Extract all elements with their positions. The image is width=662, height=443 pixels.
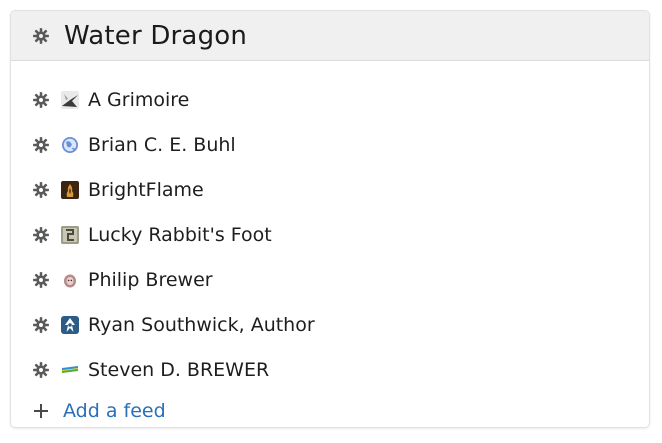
gear-icon[interactable]	[32, 361, 50, 379]
gear-icon[interactable]	[32, 316, 50, 334]
feed-label[interactable]: Lucky Rabbit's Foot	[88, 224, 272, 246]
feed-label[interactable]: BrightFlame	[88, 179, 204, 201]
gear-icon[interactable]	[32, 181, 50, 199]
philip-favicon-icon	[61, 270, 79, 289]
feed-label[interactable]: Philip Brewer	[88, 269, 213, 291]
globe-favicon-icon	[61, 136, 79, 154]
feed-item[interactable]: Philip Brewer	[11, 257, 649, 302]
plus-icon[interactable]	[33, 403, 49, 419]
gear-icon[interactable]	[32, 226, 50, 244]
steven-favicon-icon	[61, 360, 79, 379]
panel-header: Water Dragon	[11, 11, 649, 61]
feed-list: A Grimoire Brian C. E. Buhl BrightFlame …	[11, 77, 649, 392]
feed-item[interactable]: Ryan Southwick, Author	[11, 302, 649, 347]
feed-label[interactable]: Brian C. E. Buhl	[88, 134, 236, 156]
rabbit-favicon-icon	[61, 225, 79, 244]
brightflame-favicon-icon	[61, 180, 79, 199]
add-feed-link[interactable]: Add a feed	[63, 400, 166, 422]
grimoire-favicon-icon	[61, 90, 79, 109]
feed-label[interactable]: Steven D. BREWER	[88, 359, 269, 381]
gear-icon[interactable]	[32, 136, 50, 154]
feed-item[interactable]: Steven D. BREWER	[11, 347, 649, 392]
feed-item[interactable]: BrightFlame	[11, 167, 649, 212]
gear-icon[interactable]	[32, 27, 50, 45]
feed-item[interactable]: Lucky Rabbit's Foot	[11, 212, 649, 257]
feed-item[interactable]: A Grimoire	[11, 77, 649, 122]
add-feed-row[interactable]: Add a feed	[11, 397, 166, 425]
gear-icon[interactable]	[32, 271, 50, 289]
panel-title: Water Dragon	[64, 20, 248, 51]
feed-panel: Water Dragon A Grimoire Brian C. E. Buhl…	[10, 10, 650, 428]
gear-icon[interactable]	[32, 91, 50, 109]
feed-item[interactable]: Brian C. E. Buhl	[11, 122, 649, 167]
feed-label[interactable]: Ryan Southwick, Author	[88, 314, 315, 336]
ryan-favicon-icon	[61, 315, 79, 334]
feed-label[interactable]: A Grimoire	[88, 89, 189, 111]
